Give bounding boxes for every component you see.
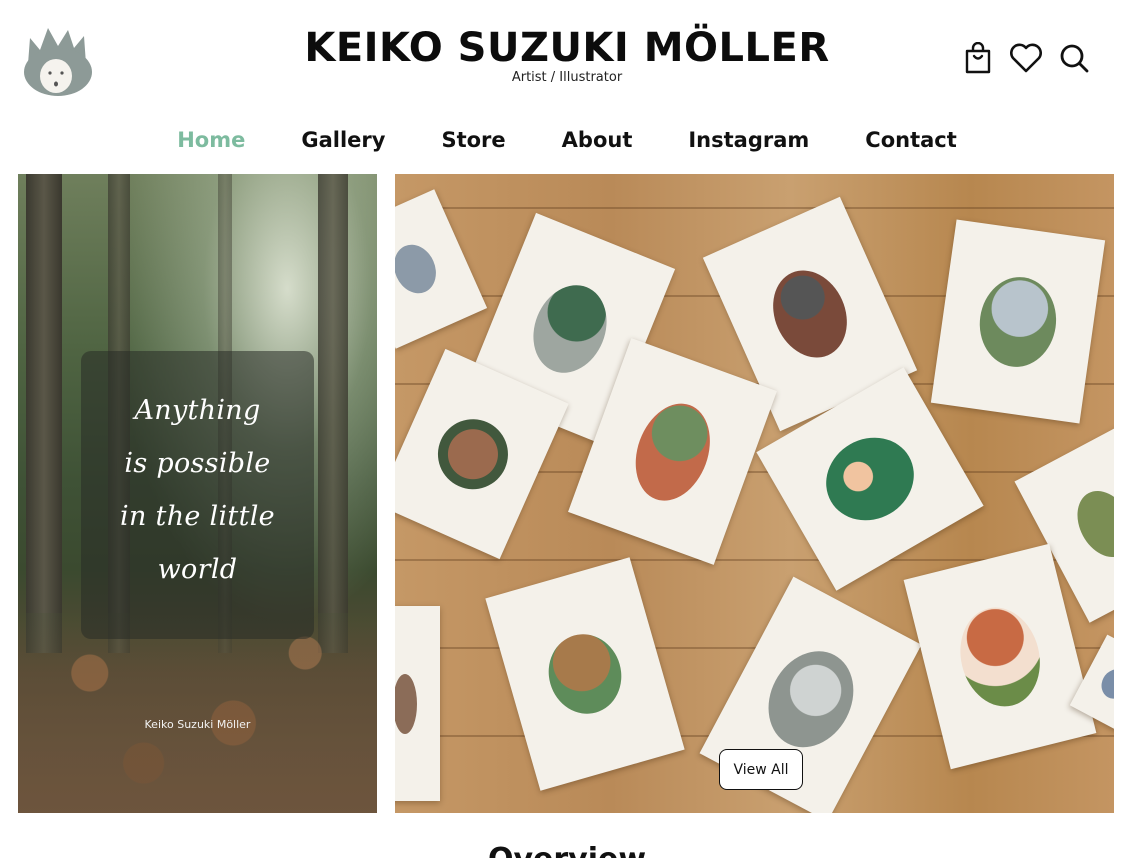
featured-artwork-image[interactable]: View All: [395, 174, 1114, 813]
nav-item-home[interactable]: Home: [149, 124, 273, 156]
quote-line: in the little: [120, 501, 275, 532]
hero-quote-panel: Anything is possible in the little world…: [18, 174, 377, 813]
tree-trunk: [318, 174, 348, 653]
nav-item-gallery[interactable]: Gallery: [273, 124, 413, 156]
view-all-button[interactable]: View All: [719, 749, 803, 790]
section-heading: Overview: [0, 842, 1134, 858]
nav-item-contact[interactable]: Contact: [837, 124, 985, 156]
nav-item-about[interactable]: About: [534, 124, 661, 156]
quote-line: is possible: [124, 448, 271, 479]
artwork-card: [930, 219, 1106, 424]
artist-caption: Keiko Suzuki Möller: [144, 718, 251, 731]
main-nav: Home Gallery Store About Instagram Conta…: [0, 124, 1134, 156]
search-icon[interactable]: [1056, 40, 1092, 76]
forest-floor: [18, 613, 377, 813]
quote-box: Anything is possible in the little world: [81, 351, 314, 639]
quote-line: world: [157, 554, 238, 585]
heart-icon[interactable]: [1008, 40, 1044, 76]
tree-trunk: [26, 174, 62, 653]
quote-line: Anything: [134, 395, 261, 426]
nav-item-store[interactable]: Store: [413, 124, 533, 156]
nav-item-instagram[interactable]: Instagram: [660, 124, 837, 156]
shopping-bag-icon[interactable]: [960, 40, 996, 76]
artwork-card: [395, 189, 488, 349]
header-actions: [960, 40, 1092, 76]
artwork-card: [485, 557, 685, 791]
artwork-card: [395, 606, 440, 801]
